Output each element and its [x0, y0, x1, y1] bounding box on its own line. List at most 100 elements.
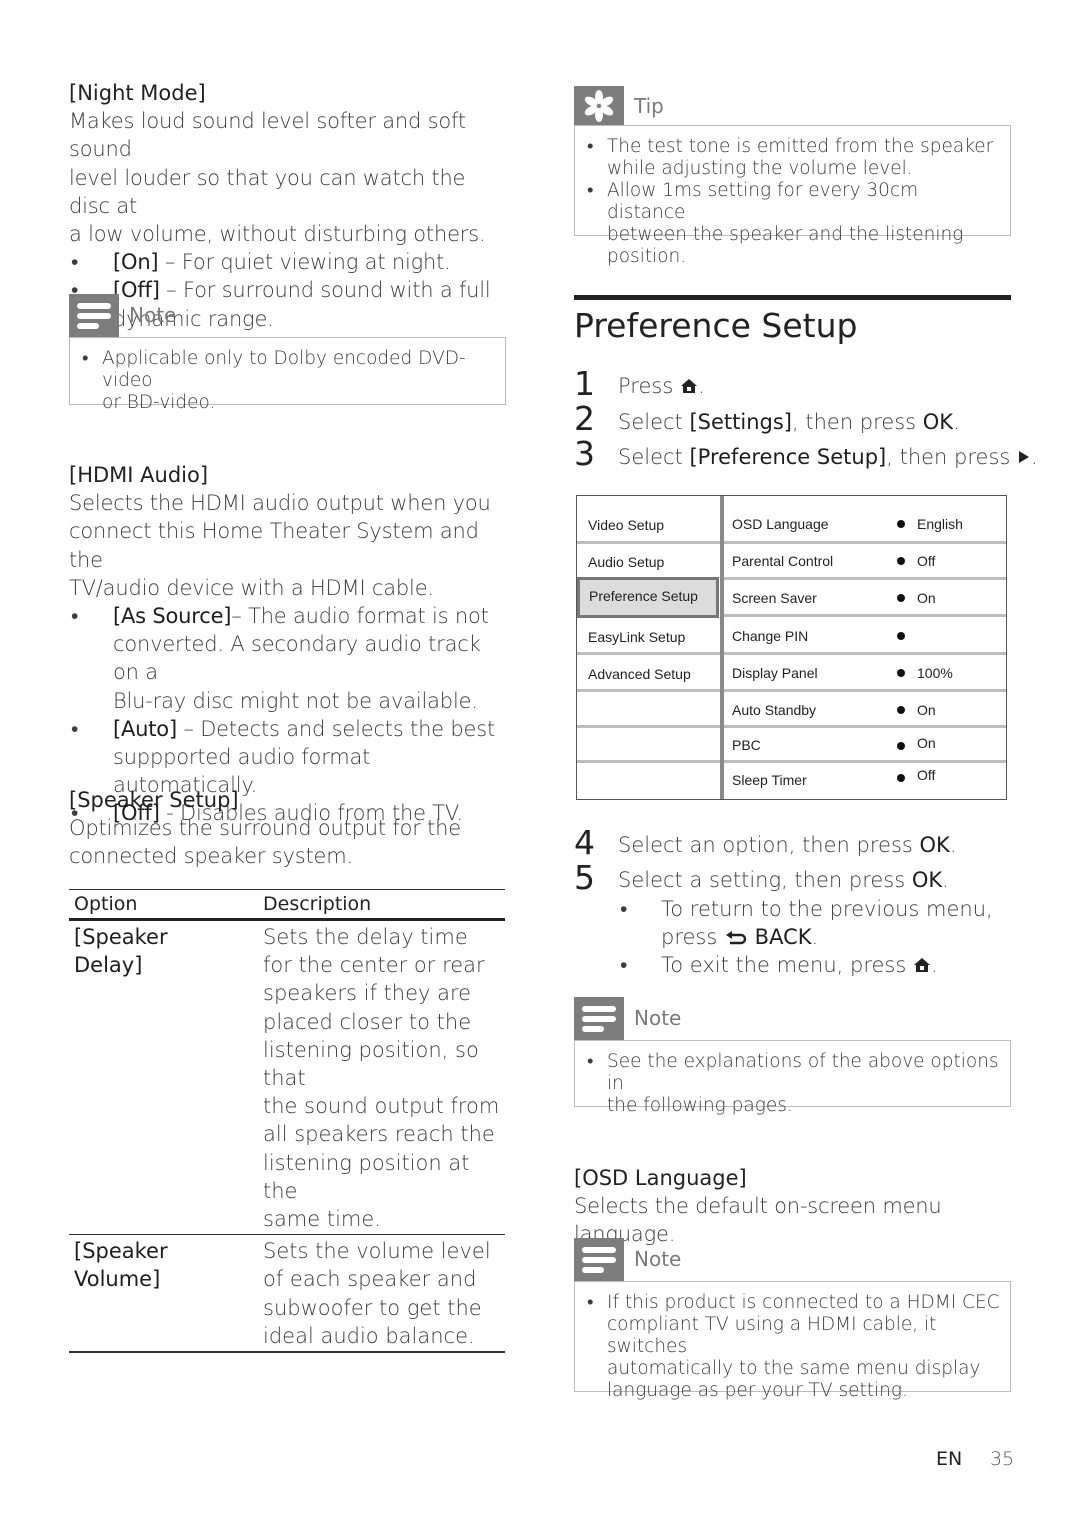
back-icon	[724, 924, 748, 952]
table-header-description: Description	[263, 893, 372, 915]
option-text: – For quiet viewing at night.	[158, 250, 451, 275]
option-text: converted. A secondary audio track on a	[113, 632, 481, 685]
bullet-icon: •	[587, 136, 594, 157]
option-text: – The audio format is not	[231, 604, 489, 629]
osd-divider	[577, 689, 720, 692]
table-cell-option: [Speaker Volume]	[74, 1239, 168, 1292]
step-number: 4	[574, 823, 595, 862]
option-text: – Detects and selects the best	[176, 716, 496, 741]
bullet-icon	[897, 557, 905, 565]
bullet-icon: •	[71, 250, 79, 275]
osd-menu: Video Setup Audio Setup Preference Setup…	[576, 495, 1007, 800]
table-cell-option: [Speaker Delay]	[74, 925, 168, 978]
bullet-icon	[897, 594, 905, 602]
tip-label: Tip	[634, 94, 664, 118]
step-number: 3	[574, 434, 595, 473]
table-row: [Speaker Delay] Sets the delay time for …	[69, 921, 505, 1234]
hdmi-audio-description-line: TV/audio device with a HDMI cable.	[69, 575, 434, 600]
bullet-icon	[897, 669, 905, 677]
table-header-row: Option Description	[69, 890, 505, 918]
home-icon	[680, 373, 698, 401]
note-item: • Applicable only to Dolby encoded DVD-v…	[82, 348, 495, 414]
speaker-setup-description-line: Optimizes the surround output for the	[69, 816, 461, 841]
step-text: Select [Settings], then press OK.	[618, 410, 960, 434]
bullet-icon	[897, 632, 905, 640]
note-lines-icon	[574, 997, 624, 1040]
option-label: [As Source]	[113, 604, 232, 629]
note-box: • If this product is connected to a HDMI…	[574, 1281, 1011, 1401]
home-icon	[913, 952, 931, 980]
osd-setting-pbc[interactable]: PBC On	[724, 726, 1006, 763]
bullet-icon: •	[587, 180, 594, 201]
hdmi-audio-description-line: Selects the HDMI audio output when you	[69, 491, 491, 516]
note-label: Note	[129, 303, 177, 327]
bullet-icon: •	[82, 348, 89, 369]
bullet-icon	[897, 742, 905, 750]
night-mode-description-line: level louder so that you can watch the d…	[69, 165, 466, 218]
night-mode-heading: [Night Mode]	[69, 81, 206, 105]
osd-category-easylink-setup[interactable]: EasyLink Setup	[577, 618, 720, 655]
step-number: 2	[574, 399, 595, 438]
step5-bullet: • To return to the previous menu, press …	[618, 895, 993, 952]
osd-language-heading: [OSD Language]	[574, 1166, 747, 1190]
osd-setting-change-pin[interactable]: Change PIN	[724, 617, 1006, 654]
bullet-icon: •	[587, 1292, 594, 1313]
hdmi-audio-section: [HDMI Audio] Selects the HDMI audio outp…	[69, 461, 509, 828]
osd-setting-osd-language[interactable]: OSD Language English	[724, 505, 1006, 542]
bullet-icon: •	[620, 953, 628, 977]
osd-category-audio-setup[interactable]: Audio Setup	[577, 543, 720, 580]
bullet-icon: •	[71, 716, 79, 741]
note-item: • See the explanations of the above opti…	[587, 1051, 999, 1116]
note-callout: Note • Applicable only to Dolby encoded …	[69, 294, 506, 413]
step-number: 5	[574, 858, 595, 897]
play-right-icon	[1017, 444, 1031, 472]
speaker-options-table: Option Description [Speaker Delay] Sets …	[69, 889, 505, 1354]
osd-divider	[577, 725, 720, 728]
osd-setting-screen-saver[interactable]: Screen Saver On	[724, 579, 1006, 616]
option-label: [On]	[113, 250, 159, 275]
note-callout: Note • If this product is connected to a…	[574, 1238, 1011, 1401]
table-row: [Speaker Volume] Sets the volume level o…	[69, 1235, 505, 1351]
note-label: Note	[634, 1006, 682, 1030]
osd-divider	[577, 760, 720, 763]
osd-setting-auto-standby[interactable]: Auto Standby On	[724, 691, 1006, 728]
osd-category-video-setup[interactable]: Video Setup	[577, 506, 720, 543]
step-text: Select [Preference Setup], then press .	[618, 443, 1038, 472]
table-cell-description: Sets the delay time for the center or re…	[263, 925, 500, 1232]
note-text: or BD-video.	[102, 392, 216, 413]
asterisk-tip-icon	[574, 86, 624, 126]
footer-language: EN	[936, 1448, 963, 1470]
tip-item: • The test tone is emitted from the spea…	[587, 136, 994, 179]
note-lines-icon	[69, 294, 119, 337]
tip-item: • Allow 1ms setting for every 30cm dista…	[587, 180, 964, 267]
speaker-setup-heading: [Speaker Setup]	[69, 788, 239, 812]
bullet-icon: •	[587, 1051, 594, 1072]
note-label: Note	[634, 1247, 682, 1271]
osd-setting-display-panel[interactable]: Display Panel 100%	[724, 654, 1006, 691]
speaker-setup-section: [Speaker Setup] Optimizes the surround o…	[69, 786, 509, 871]
step-text: Select an option, then press OK.	[618, 833, 957, 857]
bullet-icon: •	[71, 604, 79, 629]
note-box: • See the explanations of the above opti…	[574, 1040, 1011, 1116]
bullet-icon	[897, 520, 905, 528]
osd-setting-sleep-timer[interactable]: Sleep Timer Off	[724, 761, 1006, 798]
table-header-option: Option	[74, 893, 138, 915]
table-cell-description: Sets the volume level of each speaker an…	[263, 1239, 491, 1348]
hdmi-option-as-source: • [As Source]– The audio format is not c…	[69, 602, 509, 715]
bullet-icon	[897, 706, 905, 714]
night-mode-description-line: a low volume, without disturbing others.	[69, 222, 486, 247]
note-text: Applicable only to Dolby encoded DVD-vid…	[102, 348, 466, 391]
section-title-rule	[574, 295, 1011, 300]
step-text: Select a setting, then press OK.	[618, 868, 949, 892]
hdmi-audio-description-line: connect this Home Theater System and the	[69, 519, 479, 572]
osd-setting-parental-control[interactable]: Parental Control Off	[724, 542, 1006, 579]
note-lines-icon	[574, 1238, 624, 1281]
night-mode-description-line: Makes loud sound level softer and soft s…	[69, 109, 466, 162]
osd-category-preference-setup[interactable]: Preference Setup	[577, 577, 719, 618]
table-bottom-rule	[69, 1351, 505, 1354]
osd-category-advanced-setup[interactable]: Advanced Setup	[577, 655, 720, 692]
section-title: Preference Setup	[574, 306, 858, 345]
note-callout: Note • See the explanations of the above…	[574, 997, 1011, 1116]
bullet-icon: •	[620, 897, 628, 921]
note-item: • If this product is connected to a HDMI…	[587, 1292, 1000, 1401]
